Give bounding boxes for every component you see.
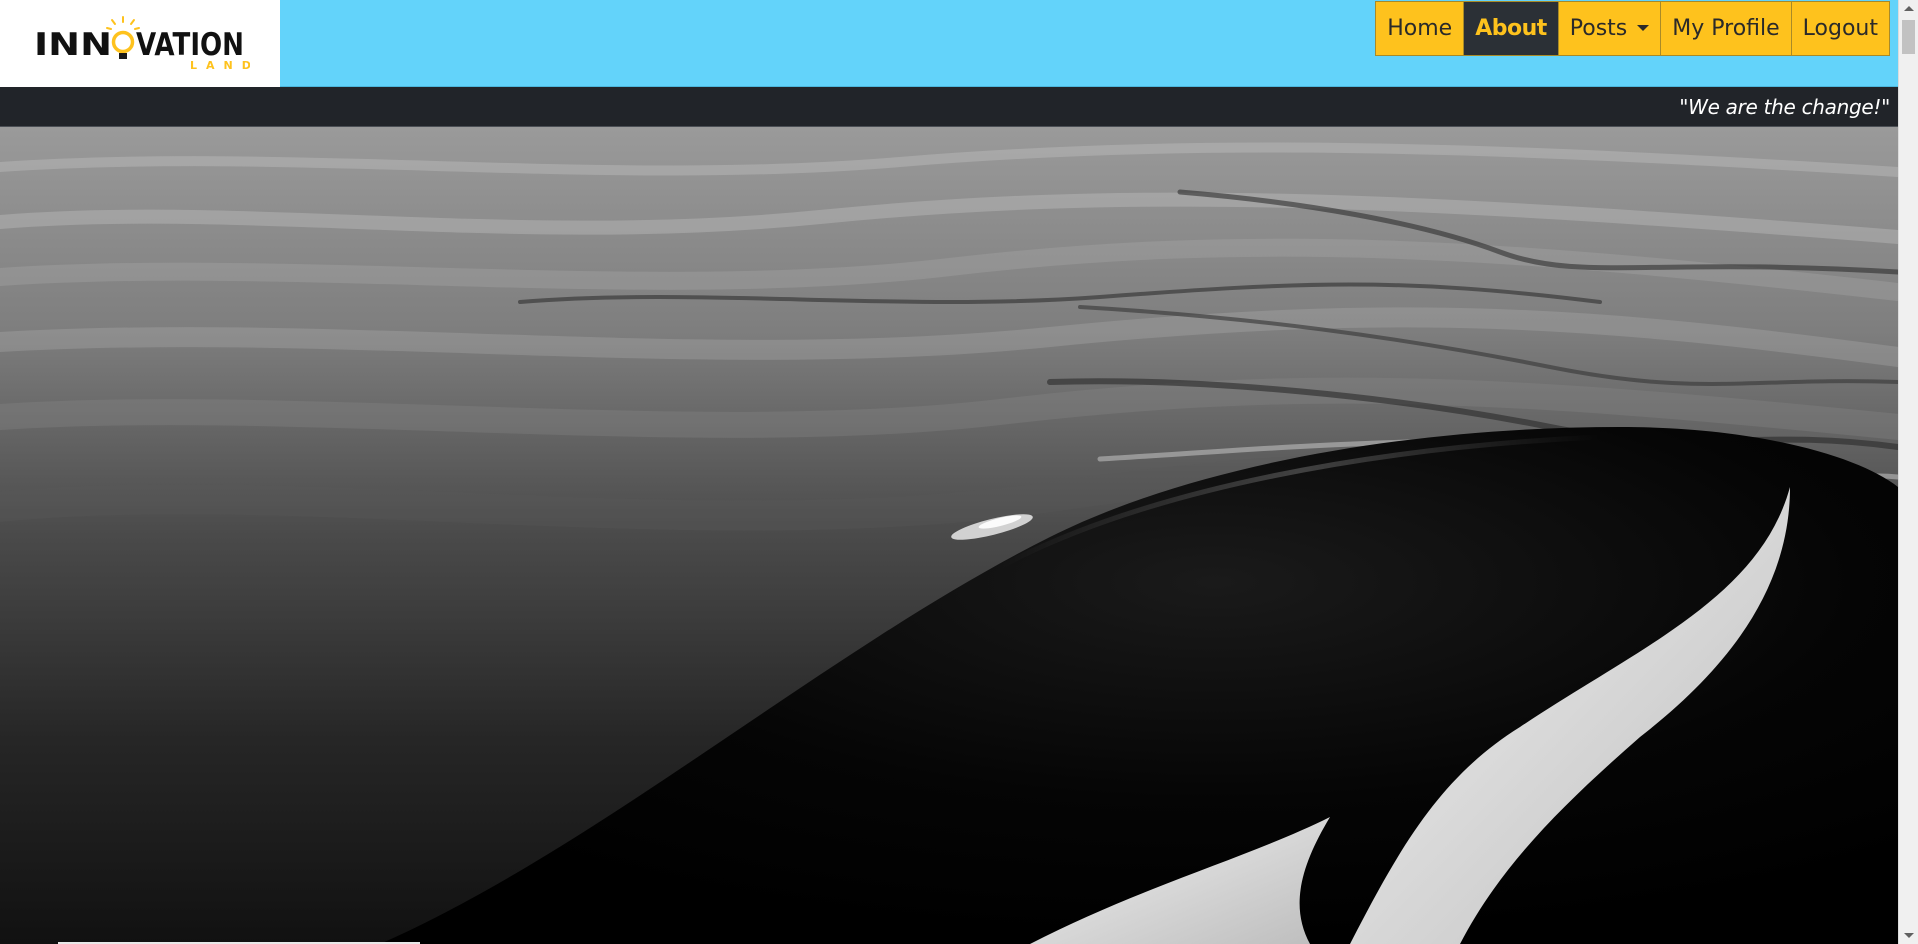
nav-item-label: Home [1387, 16, 1453, 41]
caret-down-icon [1637, 24, 1650, 31]
nav-item-logout[interactable]: Logout [1790, 1, 1890, 56]
page: INN VATION LAND Home About Posts My Prof… [0, 0, 1918, 944]
tagline-bar: "We are the change!" [0, 87, 1898, 127]
nav-item-label: About [1475, 16, 1547, 41]
main-nav: Home About Posts My Profile Logout [1375, 1, 1890, 56]
svg-text:VATION: VATION [136, 27, 244, 63]
nav-item-posts-dropdown[interactable]: Posts [1557, 1, 1662, 56]
svg-text:LAND: LAND [190, 59, 250, 72]
nav-item-home[interactable]: Home [1375, 1, 1465, 56]
logo-mark: INN VATION LAND [34, 15, 250, 72]
nav-item-label: My Profile [1672, 16, 1780, 41]
svg-text:INN: INN [34, 27, 112, 63]
brand-logo[interactable]: INN VATION LAND [0, 0, 280, 87]
hero-image [0, 127, 1898, 944]
scroll-up-icon[interactable] [1904, 6, 1914, 11]
page-scrollbar[interactable] [1898, 0, 1918, 944]
orca-water-illustration [0, 127, 1898, 944]
scroll-down-icon[interactable] [1904, 933, 1914, 938]
scroll-thumb[interactable] [1902, 20, 1915, 54]
nav-item-my-profile[interactable]: My Profile [1660, 1, 1792, 56]
tagline-text: "We are the change!" [1679, 95, 1890, 119]
nav-item-label: Posts [1569, 16, 1628, 41]
nav-item-label: Logout [1802, 16, 1878, 41]
nav-item-about[interactable]: About [1463, 1, 1559, 56]
navbar: INN VATION LAND Home About Posts My Prof… [0, 0, 1898, 87]
